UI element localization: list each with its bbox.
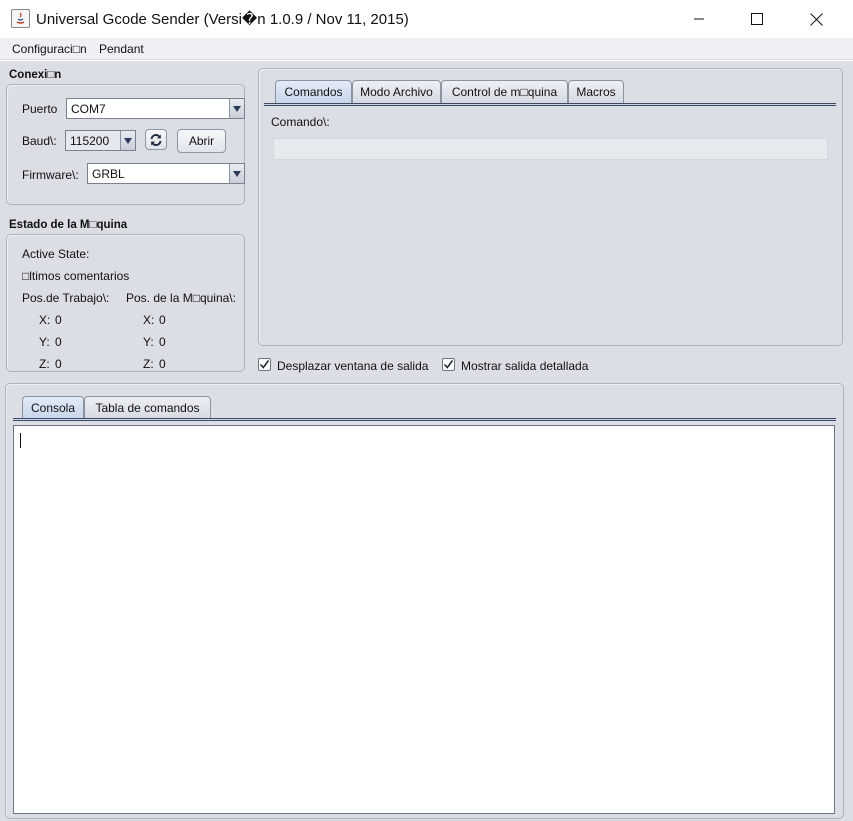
port-combo[interactable]: COM7 — [66, 98, 245, 119]
work-x-axis-label: X: — [39, 313, 51, 327]
chevron-down-icon[interactable] — [229, 164, 244, 183]
machine-z-value: 0 — [159, 357, 166, 371]
work-z-value: 0 — [55, 357, 62, 371]
refresh-icon — [150, 133, 162, 146]
work-y-axis-label: Y: — [39, 335, 50, 349]
bottom-tab-divider — [13, 418, 836, 421]
chevron-down-icon[interactable] — [229, 99, 244, 118]
tab-comandos[interactable]: Comandos — [275, 80, 352, 103]
machine-x-value: 0 — [159, 313, 166, 327]
machine-state-section-title: Estado de la M□quina — [9, 219, 128, 231]
firmware-label: Firmware\: — [22, 168, 79, 182]
minimize-button[interactable] — [670, 0, 728, 38]
machine-x-axis-label: X: — [143, 313, 155, 327]
minimize-icon — [694, 18, 704, 20]
command-panel — [258, 68, 843, 346]
maximize-icon — [751, 13, 763, 25]
work-z-axis-label: Z: — [39, 357, 50, 371]
work-position-label: Pos.de Trabajo\: — [22, 291, 110, 305]
title-bar: Universal Gcode Sender (Versi�n 1.0.9 / … — [0, 0, 853, 38]
refresh-ports-button[interactable] — [145, 129, 167, 150]
connection-section-title: Conexi□n — [9, 69, 62, 81]
menu-configuracion[interactable]: Configuraci□n — [12, 42, 87, 56]
port-value: COM7 — [71, 102, 106, 116]
scroll-output-checkbox[interactable] — [258, 358, 271, 371]
tab-modo-archivo[interactable]: Modo Archivo — [352, 80, 441, 103]
command-label: Comando\: — [271, 115, 330, 129]
baud-combo[interactable]: 115200 — [65, 130, 136, 151]
last-comments-label: □ltimos comentarios — [22, 269, 130, 283]
checkmark-icon — [259, 360, 270, 369]
tab-tabla-de-comandos[interactable]: Tabla de comandos — [84, 396, 211, 419]
java-app-icon[interactable] — [11, 9, 30, 28]
active-state-label: Active State: — [22, 247, 90, 261]
port-label: Puerto — [22, 102, 58, 116]
checkmark-icon — [443, 360, 454, 369]
top-tab-strip: Comandos Modo Archivo Control de m□quina… — [275, 80, 835, 103]
tab-consola[interactable]: Consola — [22, 396, 84, 419]
machine-y-value: 0 — [159, 335, 166, 349]
close-icon — [809, 12, 823, 26]
baud-label: Baud\: — [22, 134, 57, 148]
machine-y-axis-label: Y: — [143, 335, 154, 349]
tab-control-de-maquina[interactable]: Control de m□quina — [441, 80, 568, 103]
work-y-value: 0 — [55, 335, 62, 349]
work-x-value: 0 — [55, 313, 62, 327]
window-title: Universal Gcode Sender (Versi�n 1.0.9 / … — [36, 11, 409, 28]
maximize-button[interactable] — [728, 0, 786, 38]
tab-macros[interactable]: Macros — [568, 80, 624, 103]
chevron-down-icon[interactable] — [120, 131, 135, 150]
scroll-output-label[interactable]: Desplazar ventana de salida — [277, 359, 428, 373]
close-button[interactable] — [787, 0, 845, 38]
command-input[interactable] — [273, 138, 828, 160]
verbose-output-label[interactable]: Mostrar salida detallada — [461, 359, 588, 373]
firmware-combo[interactable]: GRBL — [87, 163, 245, 184]
top-tab-divider — [264, 103, 836, 106]
main-window-body: Conexi□n Puerto COM7 Baud\: 115200 Abrir… — [0, 61, 853, 821]
firmware-value: GRBL — [92, 167, 125, 181]
menu-bar: Configuraci□n Pendant — [0, 38, 853, 60]
bottom-tab-strip: Consola Tabla de comandos — [22, 396, 322, 419]
text-caret — [20, 433, 21, 448]
machine-z-axis-label: Z: — [143, 357, 154, 371]
open-connection-button[interactable]: Abrir — [177, 129, 226, 153]
menu-pendant[interactable]: Pendant — [99, 42, 144, 56]
machine-position-label: Pos. de la M□quina\: — [126, 291, 236, 305]
verbose-output-checkbox[interactable] — [442, 358, 455, 371]
console-output[interactable] — [13, 425, 835, 814]
baud-value: 115200 — [70, 134, 110, 148]
